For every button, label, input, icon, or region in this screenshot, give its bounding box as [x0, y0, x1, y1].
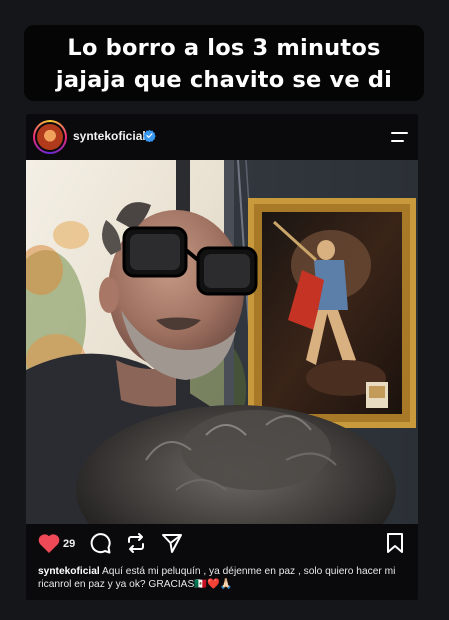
post-username[interactable]: syntekoficial	[73, 129, 146, 143]
post-caption: syntekoficial Aquí está mi peluquín , ya…	[38, 566, 410, 591]
story-caption-banner: Lo borro a los 3 minutos jajaja que chav…	[24, 25, 424, 101]
story-caption-line-2: jajaja que chavito se ve di	[55, 67, 393, 93]
post-header: syntekoficial	[26, 114, 418, 160]
like-count: 29	[63, 538, 76, 550]
menu-icon[interactable]	[390, 131, 408, 143]
heart-icon[interactable]	[37, 532, 61, 554]
verified-icon	[143, 129, 156, 142]
comment-icon[interactable]	[89, 532, 111, 554]
instagram-post-card: syntekoficial 29 syntekoficial Aquí está…	[26, 114, 418, 600]
story-caption-line-1: Lo borro a los 3 minutos	[67, 35, 381, 61]
avatar[interactable]	[33, 120, 67, 154]
post-photo[interactable]	[26, 160, 418, 524]
bookmark-icon[interactable]	[385, 532, 405, 554]
repost-icon[interactable]	[125, 532, 147, 554]
post-action-bar: 29	[26, 530, 418, 558]
caption-username[interactable]: syntekoficial	[38, 566, 100, 577]
share-icon[interactable]	[161, 532, 183, 554]
